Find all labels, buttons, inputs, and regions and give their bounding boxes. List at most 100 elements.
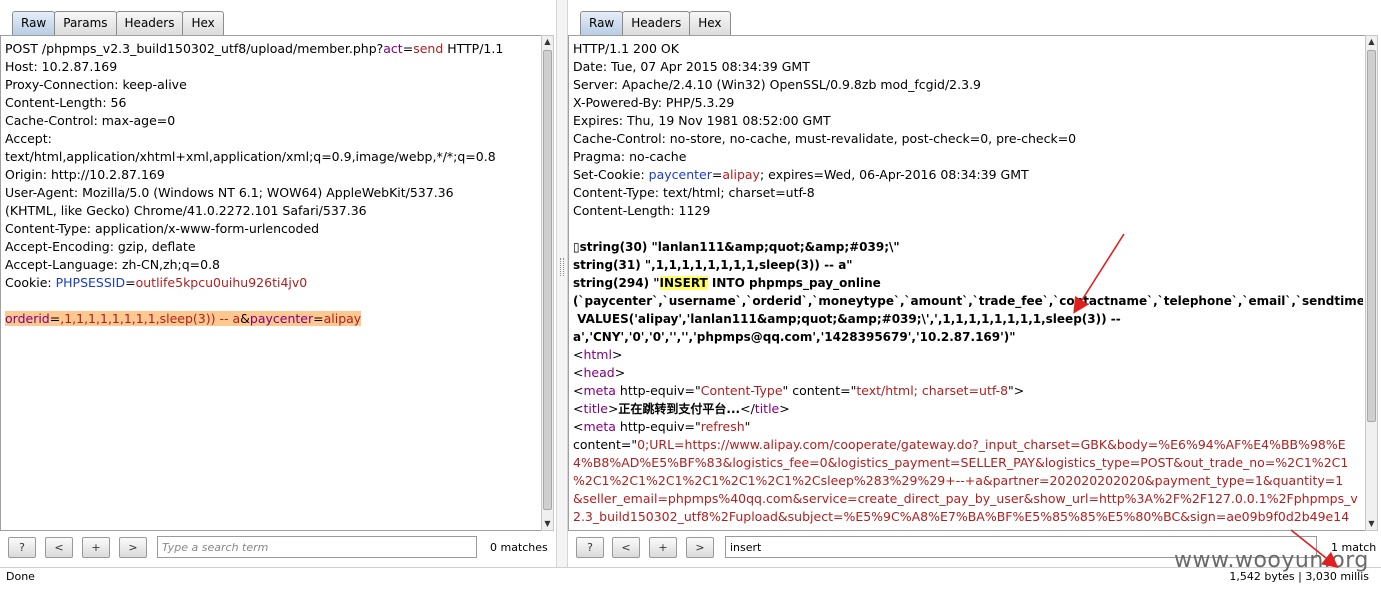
text-segment: string(31) ",1,1,1,1,1,1,1,1,sleep(3)) -… (573, 258, 853, 272)
text-segment: User-Agent: Mozilla/5.0 (Windows NT 6.1;… (5, 185, 454, 200)
text-line: <title>正在跳转到支付平台...</title> (573, 400, 1363, 418)
text-segment: > (779, 401, 790, 416)
text-segment: Accept: (5, 131, 52, 146)
tab-hex[interactable]: Hex (689, 11, 731, 35)
text-segment: & (240, 311, 250, 326)
text-segment: HTTP/1.1 200 OK (573, 41, 679, 56)
text-segment: Date: Tue, 07 Apr 2015 08:34:39 GMT (573, 59, 810, 74)
text-line: POST /phpmps_v2.3_build150302_utf8/uploa… (5, 40, 539, 58)
response-text[interactable]: HTTP/1.1 200 OK Date: Tue, 07 Apr 2015 08… (573, 40, 1363, 526)
text-segment: </ (740, 401, 755, 416)
response-pane: Raw Headers Hex HTTP/1.1 200 OK Date: Tue… (568, 0, 1380, 567)
text-line: Content-Type: application/x-www-form-url… (5, 220, 539, 238)
text-line: Accept-Encoding: gzip, deflate (5, 238, 539, 256)
text-segment: "> (1008, 383, 1025, 398)
scroll-up-icon[interactable]: ▲ (542, 36, 553, 48)
text-segment: 0;URL=https://www.alipay.com/cooperate/g… (637, 437, 1346, 452)
request-match-count: 0 matches (490, 541, 548, 554)
text-line: &seller_email=phpmps%40qq.com&service=cr… (573, 490, 1363, 508)
text-segment: Content-Length: 1129 (573, 203, 711, 218)
text-segment: 4%B8%AD%E5%BF%83&logistics_fee=0&logisti… (573, 455, 1349, 470)
scroll-thumb[interactable] (543, 50, 552, 510)
text-segment: > (611, 347, 623, 362)
text-segment: (`paycenter`,`username`,`orderid`,`money… (573, 294, 1363, 308)
tab-params[interactable]: Params (54, 11, 117, 35)
tab-raw[interactable]: Raw (12, 11, 56, 35)
response-editor[interactable]: HTTP/1.1 200 OK Date: Tue, 07 Apr 2015 08… (568, 35, 1365, 531)
text-segment: 正在跳转到支付平台... (618, 402, 741, 416)
text-line: string(31) ",1,1,1,1,1,1,1,1,sleep(3)) -… (573, 256, 1363, 274)
text-line: text/html,application/xhtml+xml,applicat… (5, 148, 539, 166)
text-line: <head> (573, 364, 1363, 382)
request-text[interactable]: POST /phpmps_v2.3_build150302_utf8/uploa… (5, 40, 539, 328)
text-segment: " content=" (782, 383, 857, 398)
text-segment: content=" (573, 437, 638, 452)
text-segment: ,1,1,1,1,1,1,1,1,sleep(3)) -- a (60, 311, 241, 326)
text-segment: Cache-Control: no-store, no-cache, must-… (573, 131, 1077, 146)
text-line: Accept-Language: zh-CN,zh;q=0.8 (5, 256, 539, 274)
text-line: <meta http-equiv="refresh" (573, 418, 1363, 436)
text-segment: = (402, 41, 414, 56)
text-segment: Origin: http://10.2.87.169 (5, 167, 165, 182)
next-button[interactable]: > (686, 537, 714, 558)
text-segment: Content-Length: 56 (5, 95, 127, 110)
text-segment: Set-Cookie: (573, 167, 649, 182)
response-scrollbar[interactable]: ▲ ▼ (1365, 35, 1378, 531)
text-line: HTTP/1.1 200 OK (573, 40, 1363, 58)
tab-hex[interactable]: Hex (182, 11, 224, 35)
tab-headers[interactable]: Headers (115, 11, 184, 35)
text-segment: Accept-Encoding: gzip, deflate (5, 239, 196, 254)
text-segment: send (413, 41, 444, 56)
text-segment: < (573, 401, 584, 416)
text-segment: = (49, 311, 61, 326)
text-segment: meta (583, 419, 616, 434)
text-segment: ▯string(30) "lanlan111&amp;quot;&amp;#03… (573, 240, 900, 254)
text-segment: HTTP/1.1 (443, 41, 504, 56)
scroll-down-icon[interactable]: ▼ (1366, 518, 1377, 530)
next-button[interactable]: > (119, 537, 147, 558)
text-line: Origin: http://10.2.87.169 (5, 166, 539, 184)
text-segment: Accept-Language: zh-CN,zh;q=0.8 (5, 257, 221, 272)
text-segment: head (583, 365, 615, 380)
help-button[interactable]: ? (576, 537, 604, 558)
splitter-grip-icon[interactable] (560, 258, 564, 276)
text-segment: VALUES('alipay','lanlan111&amp;quot;&amp… (573, 312, 1121, 326)
request-tabs: Raw Params Headers Hex (12, 11, 224, 35)
add-button[interactable]: + (82, 537, 110, 558)
scroll-thumb[interactable] (1367, 50, 1376, 422)
tab-headers[interactable]: Headers (622, 11, 691, 35)
previous-button[interactable]: < (612, 537, 640, 558)
text-line: <meta http-equiv="Content-Type" content=… (573, 382, 1363, 400)
text-line: (KHTML, like Gecko) Chrome/41.0.2272.101… (5, 202, 539, 220)
text-line: (`paycenter`,`username`,`orderid`,`money… (573, 292, 1363, 310)
request-search-input[interactable] (157, 536, 477, 558)
text-segment: < (573, 347, 584, 362)
text-segment: act (383, 41, 403, 56)
text-line: Host: 10.2.87.169 (5, 58, 539, 76)
text-segment: > (607, 401, 619, 416)
text-segment: title (754, 401, 780, 416)
scroll-up-icon[interactable]: ▲ (1366, 36, 1377, 48)
request-editor[interactable]: POST /phpmps_v2.3_build150302_utf8/uploa… (0, 35, 541, 531)
text-segment: paycenter (648, 167, 712, 182)
text-segment: = (313, 311, 324, 326)
previous-button[interactable]: < (45, 537, 73, 558)
text-segment: %2C1%2C1%2C1%2C1%2C1%2C1%2Csleep%283%29%… (573, 473, 1344, 488)
request-scrollbar[interactable]: ▲ ▼ (541, 35, 554, 531)
text-line: User-Agent: Mozilla/5.0 (Windows NT 6.1;… (5, 184, 539, 202)
text-segment: (KHTML, like Gecko) Chrome/41.0.2272.101… (5, 203, 367, 218)
text-segment: ; expires=Wed, 06-Apr-2016 08:34:39 GMT (759, 167, 1029, 182)
pane-splitter[interactable] (556, 0, 568, 567)
text-line: Set-Cookie: paycenter=alipay; expires=We… (573, 166, 1363, 184)
help-button[interactable]: ? (8, 537, 36, 558)
tab-raw[interactable]: Raw (580, 11, 624, 35)
text-line: Content-Type: text/html; charset=utf-8 (573, 184, 1363, 202)
text-segment: html (583, 347, 612, 362)
text-segment: < (573, 383, 584, 398)
text-line: Date: Tue, 07 Apr 2015 08:34:39 GMT (573, 58, 1363, 76)
text-line: Server: Apache/2.4.10 (Win32) OpenSSL/0.… (573, 76, 1363, 94)
add-button[interactable]: + (649, 537, 677, 558)
text-line: Cookie: PHPSESSID=outlife5kpcu0uihu926ti… (5, 274, 539, 292)
text-line: Cache-Control: max-age=0 (5, 112, 539, 130)
scroll-down-icon[interactable]: ▼ (542, 518, 553, 530)
